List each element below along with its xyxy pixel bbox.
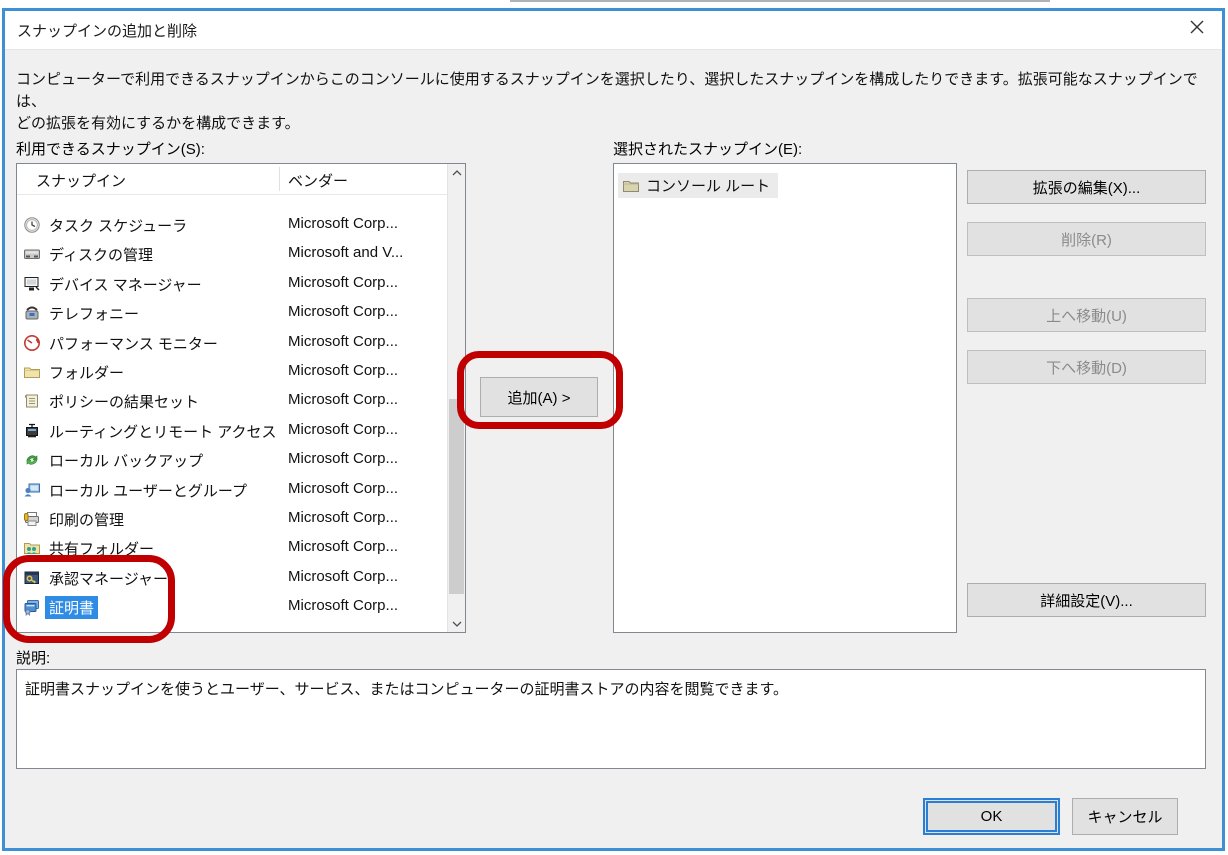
available-snapins-list: スナップイン ベンダー タスク スケジューラMicrosoft Corp...デ…	[16, 163, 466, 633]
snapin-vendor: Microsoft Corp...	[288, 215, 398, 232]
snapin-vendor: Microsoft Corp...	[288, 597, 398, 614]
list-item[interactable]: 承認マネージャー Microsoft Corp...	[17, 564, 448, 593]
advanced-button[interactable]: 詳細設定(V)...	[967, 583, 1206, 617]
list-item[interactable]: フォルダー Microsoft Corp...	[17, 358, 448, 387]
shared-folder-icon	[23, 539, 41, 557]
list-item[interactable]: ローカル バックアップ Microsoft Corp...	[17, 446, 448, 475]
scroll-up-icon[interactable]	[448, 164, 465, 181]
performance-monitor-icon	[23, 334, 41, 352]
available-rows: タスク スケジューラ Microsoft Corp... ディスクの管理 Micros…	[17, 164, 448, 632]
add-button[interactable]: 追加(A) >	[480, 377, 598, 417]
list-item[interactable]: タスク スケジューラ Microsoft Corp...	[17, 211, 448, 240]
list-item[interactable]: デバイス マネージャー Microsoft Corp...	[17, 270, 448, 299]
snapin-vendor: Microsoft Corp...	[288, 509, 398, 526]
list-item[interactable]: テレフォニー Microsoft Corp...	[17, 299, 448, 328]
move-up-button: 上へ移動(U)	[967, 298, 1206, 332]
authorization-manager-icon	[23, 569, 41, 587]
list-item[interactable]: 共有フォルダー Microsoft Corp...	[17, 534, 448, 563]
certificates-icon	[23, 598, 41, 616]
snapin-name: 承認マネージャー	[49, 568, 168, 589]
task-scheduler-icon	[23, 216, 41, 234]
telephony-icon	[23, 304, 41, 322]
snapin-name: フォルダー	[49, 362, 124, 383]
add-remove-snapins-dialog: スナップインの追加と削除 コンピューターで利用できるスナップインからこのコンソー…	[2, 8, 1225, 851]
snapin-name: 共有フォルダー	[49, 538, 154, 559]
close-button[interactable]	[1180, 14, 1214, 44]
dialog-intro-text: コンピューターで利用できるスナップインからこのコンソールに使用するスナップインを…	[16, 69, 1212, 135]
remove-button: 削除(R)	[967, 222, 1206, 256]
snapin-vendor: Microsoft Corp...	[288, 333, 398, 350]
title-bar: スナップインの追加と削除	[5, 11, 1222, 50]
description-label: 説明:	[16, 647, 50, 668]
crop-artifact	[510, 0, 1050, 2]
snapin-vendor: Microsoft Corp...	[288, 450, 398, 467]
move-down-button: 下へ移動(D)	[967, 350, 1206, 384]
policy-resultset-icon	[23, 392, 41, 410]
folder-icon	[23, 363, 41, 381]
snapin-name: ディスクの管理	[49, 244, 153, 265]
snapin-name: ローカル バックアップ	[49, 450, 203, 471]
selected-snapins-label: 選択されたスナップイン(E):	[613, 138, 802, 159]
available-snapins-label: 利用できるスナップイン(S):	[16, 138, 205, 159]
description-text: 証明書スナップインを使うとユーザー、サービス、またはコンピューターの証明書ストア…	[25, 678, 1195, 699]
list-item[interactable]: ルーティングとリモート アクセス Microsoft Corp...	[17, 417, 448, 446]
intro-line-1: コンピューターで利用できるスナップインからこのコンソールに使用するスナップインを…	[16, 69, 1212, 113]
snapin-name: ポリシーの結果セット	[49, 391, 199, 412]
snapin-name: テレフォニー	[49, 303, 139, 324]
list-scrollbar[interactable]	[447, 164, 465, 632]
list-item[interactable]: 印刷の管理 Microsoft Corp...	[17, 505, 448, 534]
routing-remote-access-icon	[23, 422, 41, 440]
snapin-vendor: Microsoft Corp...	[288, 568, 398, 585]
cancel-button[interactable]: キャンセル	[1072, 798, 1178, 835]
device-manager-icon	[23, 275, 41, 293]
snapin-name: タスク スケジューラ	[49, 215, 187, 236]
local-users-groups-icon	[23, 481, 41, 499]
console-root-folder-icon	[622, 177, 640, 195]
close-icon	[1189, 19, 1205, 40]
intro-line-2: どの拡張を有効にするかを構成できます。	[16, 113, 1212, 135]
ok-button[interactable]: OK	[923, 798, 1060, 835]
snapin-vendor: Microsoft Corp...	[288, 391, 398, 408]
edit-extensions-button[interactable]: 拡張の編集(X)...	[967, 170, 1206, 204]
list-item[interactable]: 証明書 Microsoft Corp...	[17, 593, 448, 622]
list-item[interactable]: ローカル ユーザーとグループ Microsoft Corp...	[17, 476, 448, 505]
snapin-name: ローカル ユーザーとグループ	[49, 480, 247, 501]
snapin-vendor: Microsoft Corp...	[288, 303, 398, 320]
snapin-vendor: Microsoft Corp...	[288, 421, 398, 438]
snapin-vendor: Microsoft and V...	[288, 244, 403, 261]
snapin-name: 証明書	[45, 596, 98, 619]
disk-management-icon	[23, 245, 41, 263]
description-box: 証明書スナップインを使うとユーザー、サービス、またはコンピューターの証明書ストア…	[16, 669, 1206, 769]
snapin-name: デバイス マネージャー	[49, 274, 202, 295]
console-root-label: コンソール ルート	[646, 175, 770, 196]
print-management-icon	[23, 510, 41, 528]
scrollbar-thumb[interactable]	[449, 399, 464, 594]
snapin-vendor: Microsoft Corp...	[288, 538, 398, 555]
list-item[interactable]: ディスクの管理 Microsoft and V...	[17, 240, 448, 269]
snapin-vendor: Microsoft Corp...	[288, 480, 398, 497]
snapin-name: ルーティングとリモート アクセス	[49, 421, 277, 442]
list-item[interactable]: パフォーマンス モニター Microsoft Corp...	[17, 329, 448, 358]
snapin-vendor: Microsoft Corp...	[288, 362, 398, 379]
local-backup-icon	[23, 451, 41, 469]
scroll-down-icon[interactable]	[448, 615, 465, 632]
selected-snapins-list: コンソール ルート	[613, 163, 957, 633]
snapin-vendor: Microsoft Corp...	[288, 274, 398, 291]
list-item[interactable]: ポリシーの結果セット Microsoft Corp...	[17, 387, 448, 416]
snapin-name: パフォーマンス モニター	[49, 333, 218, 354]
screenshot-stage: スナップインの追加と削除 コンピューターで利用できるスナップインからこのコンソー…	[0, 0, 1228, 855]
list-item[interactable]: コンソール ルート	[618, 173, 778, 198]
snapin-name: 印刷の管理	[49, 509, 124, 530]
dialog-title: スナップインの追加と削除	[17, 20, 197, 41]
